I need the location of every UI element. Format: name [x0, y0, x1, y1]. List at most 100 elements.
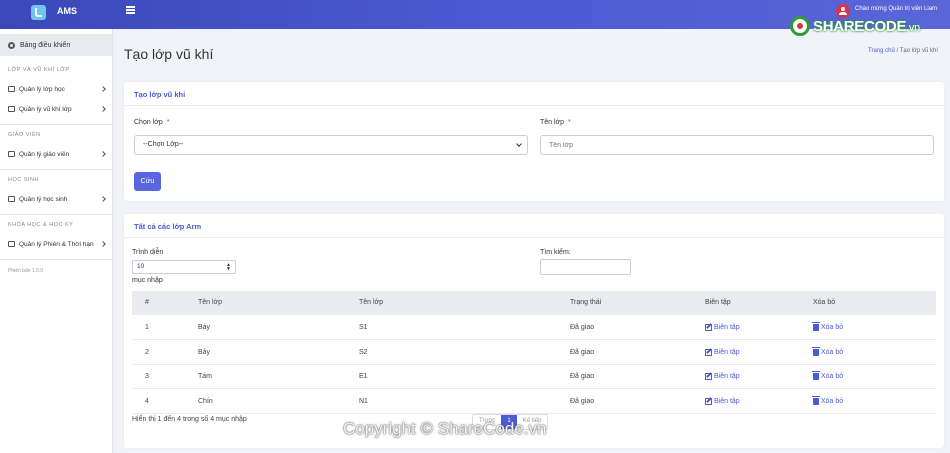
- laptop-icon: [8, 86, 15, 92]
- delete-link-label: Xóa bỏ: [821, 373, 844, 380]
- trash-icon: [812, 322, 820, 331]
- breadcrumb: Trang chủ / Tạo lớp vũ khí: [868, 48, 938, 54]
- delete-link-label: Xóa bỏ: [821, 324, 844, 331]
- brand[interactable]: AMS: [0, 0, 113, 29]
- save-button[interactable]: Cứu: [134, 172, 161, 191]
- edit-icon: [705, 373, 712, 380]
- column-header-delete[interactable]: Xóa bỏ: [813, 299, 835, 306]
- column-header-index[interactable]: #: [145, 299, 149, 306]
- cell-status: Đã giao: [570, 398, 595, 405]
- form-heading: Tạo lớp vũ khí: [124, 82, 944, 106]
- cell-status: Đã giao: [570, 324, 595, 331]
- column-header-edit[interactable]: Biên tập: [705, 299, 731, 306]
- class-select[interactable]: --Chọn Lớp--: [134, 135, 528, 155]
- sidebar-item-sessions[interactable]: Quản lý Phiên & Thời hạn: [8, 238, 106, 250]
- watermark-logo-suffix: .vn: [906, 21, 920, 34]
- chalkboard-teacher-icon: [8, 151, 15, 157]
- arm-name-input[interactable]: [540, 135, 934, 155]
- chevron-down-icon: [516, 141, 522, 147]
- table-row: 2 Bảy S2 Đã giao Biên tập Xóa bỏ: [132, 341, 936, 365]
- column-header-arm[interactable]: Tên lớp: [359, 299, 383, 306]
- dashboard-icon: [8, 41, 15, 49]
- delete-link[interactable]: Xóa bỏ: [812, 322, 844, 331]
- watermark-logo-text: SHARECODE.vn: [813, 18, 920, 35]
- cell-status: Đã giao: [570, 373, 595, 380]
- select-class-label: Chọn lớp *: [134, 119, 169, 126]
- cell-index: 2: [145, 349, 149, 356]
- cell-index: 1: [145, 324, 149, 331]
- cell-arm: E1: [359, 373, 368, 380]
- sidebar-item-label: Quản lý vũ khí lớp: [19, 105, 72, 113]
- required-mark: *: [568, 119, 571, 126]
- sidebar-item-classes[interactable]: Quản lý lớp học: [8, 83, 106, 95]
- brand-name: AMS: [57, 6, 77, 16]
- sidebar-divider: [0, 124, 112, 125]
- edit-link[interactable]: Biên tập: [705, 373, 740, 380]
- table-row: 3 Tám E1 Đã giao Biên tập Xóa bỏ: [132, 365, 936, 389]
- arms-list-card: Tất cả các lớp Arm Trình diễn 10 ▲ ▼ mục …: [124, 214, 944, 448]
- create-form-card: Tạo lớp vũ khí Chọn lớp * --Chọn Lớp-- Tê…: [124, 82, 944, 201]
- cell-class: Bảy: [198, 349, 211, 356]
- cell-arm: N1: [359, 398, 368, 405]
- sidebar-item-teachers[interactable]: Quản lý giáo viên: [8, 148, 106, 160]
- breadcrumb-home-link[interactable]: Trang chủ: [868, 48, 895, 54]
- edit-icon: [705, 349, 712, 356]
- trash-icon: [812, 347, 820, 356]
- edit-link[interactable]: Biên tập: [705, 324, 740, 331]
- page-length-select[interactable]: 10 ▲ ▼: [132, 260, 236, 274]
- class-select-value: --Chọn Lớp--: [143, 141, 184, 148]
- page-length-value: 10: [137, 263, 145, 270]
- sidebar-item-label: Quản lý học sinh: [19, 195, 68, 203]
- sidebar-divider: [0, 169, 112, 170]
- page-title: Tạo lớp vũ khí: [124, 46, 214, 62]
- cell-class: Bảy: [198, 324, 211, 331]
- edit-icon: [705, 324, 712, 331]
- entries-label: mục nhập: [132, 277, 163, 284]
- branch-icon: [8, 106, 15, 112]
- chevron-right-icon: [100, 241, 106, 247]
- sidebar-item-label: Quản lý giáo viên: [19, 150, 70, 158]
- sidebar-item-label: Bảng điều khiển: [20, 41, 71, 49]
- cell-class: Tám: [198, 373, 212, 380]
- edit-link[interactable]: Biên tập: [705, 398, 740, 405]
- version-text: Phiên bản 1.0.0: [8, 268, 44, 274]
- chevron-right-icon: [100, 196, 106, 202]
- delete-link[interactable]: Xóa bỏ: [812, 396, 843, 405]
- table-info: Hiển thị 1 đến 4 trong số 4 mục nhập: [132, 416, 247, 423]
- watermark-copyright: Copyright © ShareCode.vn: [343, 419, 547, 438]
- sidebar-item-students[interactable]: Quản lý học sinh: [8, 193, 106, 205]
- delete-link[interactable]: Xóa bỏ: [812, 347, 844, 356]
- cell-arm: S2: [359, 349, 368, 356]
- sidebar-item-class-arms[interactable]: Quản lý vũ khí lớp: [8, 103, 106, 115]
- column-header-status[interactable]: Trạng thái: [570, 299, 601, 306]
- edit-link-label: Biên tập: [714, 373, 740, 380]
- select-class-label-text: Chọn lớp: [134, 119, 163, 126]
- table-row: 1 Bảy S1 Đã giao Biên tập Xóa bỏ: [132, 316, 936, 340]
- sidebar-item-dashboard[interactable]: Bảng điều khiển: [0, 34, 112, 56]
- edit-link-label: Biên tập: [714, 398, 740, 405]
- watermark-logo: SHARECODE.vn: [790, 10, 945, 42]
- breadcrumb-current: Tạo lớp vũ khí: [899, 48, 938, 54]
- edit-link-label: Biên tập: [714, 349, 740, 356]
- edit-link[interactable]: Biên tập: [705, 349, 740, 356]
- edit-icon: [705, 398, 712, 405]
- sidebar-item-label: Quản lý lớp học: [19, 85, 65, 93]
- list-heading: Tất cả các lớp Arm: [124, 214, 944, 238]
- menu-toggle-icon[interactable]: [126, 6, 135, 14]
- column-header-class[interactable]: Tên lớp: [198, 299, 222, 306]
- table-row: 4 Chín N1 Đã giao Biên tập Xóa bỏ: [132, 390, 936, 414]
- sidebar-item-label: Quản lý Phiên & Thời hạn: [19, 240, 94, 248]
- sidebar-divider: [0, 214, 112, 215]
- search-input[interactable]: [540, 259, 631, 275]
- breadcrumb-separator: /: [896, 48, 899, 54]
- arm-name-label-text: Tên lớp: [540, 119, 565, 126]
- delete-link[interactable]: Xóa bỏ: [812, 371, 844, 380]
- student-icon: [8, 196, 15, 202]
- updown-caret-icon: ▲ ▼: [226, 262, 231, 272]
- table-header: # Tên lớp Tên lớp Trạng thái Biên tập Xó…: [132, 291, 936, 315]
- search-label: Tìm kiếm:: [540, 249, 571, 256]
- chevron-right-icon: [100, 151, 106, 157]
- trash-icon: [812, 371, 820, 380]
- cell-arm: S1: [359, 324, 368, 331]
- delete-link-label: Xóa bỏ: [821, 349, 844, 356]
